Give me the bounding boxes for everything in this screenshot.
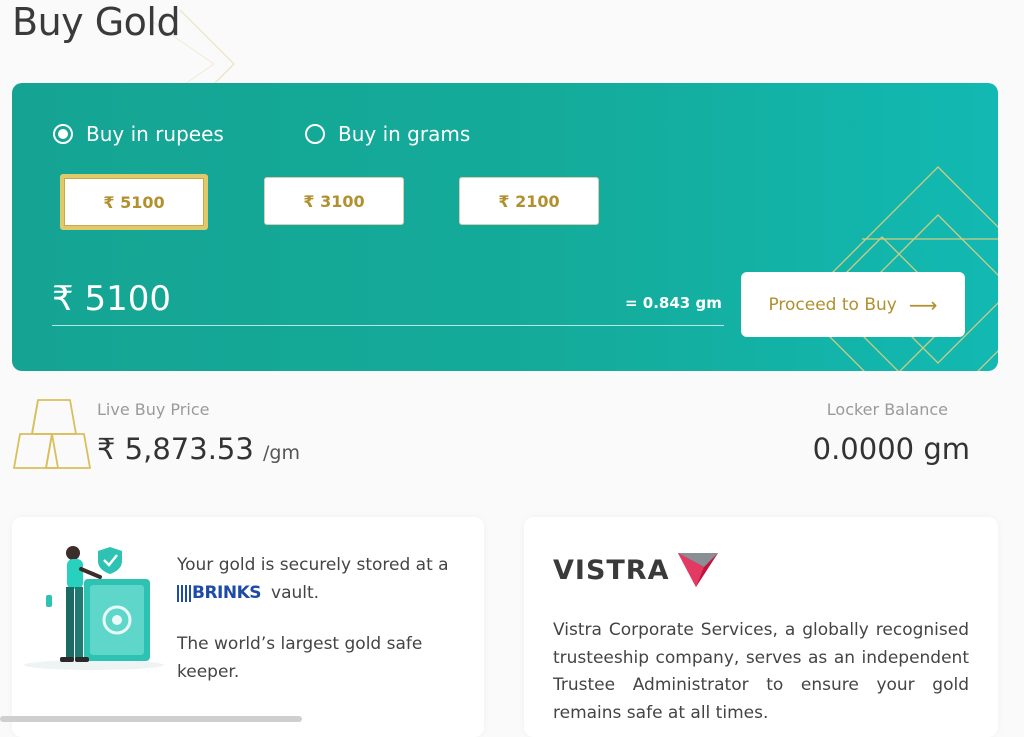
vault-info-card: Your gold is securely stored at a BRINKS… <box>12 517 484 737</box>
buy-in-grams-radio[interactable]: Buy in grams <box>305 119 470 149</box>
buy-in-grams-label: Buy in grams <box>338 122 471 146</box>
live-buy-price-label: Live Buy Price <box>97 400 210 419</box>
amount-chip-2100[interactable]: ₹ 2100 <box>459 177 599 225</box>
arrow-right-icon: ⟶ <box>908 292 938 317</box>
vistra-logo-word: VISTRA <box>553 554 670 586</box>
radio-selected-icon <box>53 124 73 144</box>
gram-equivalent: = 0.843 gm <box>625 294 722 312</box>
locker-balance-value: 0.0000 gm <box>812 432 970 466</box>
locker-balance-label: Locker Balance <box>826 400 948 419</box>
proceed-label: Proceed to Buy <box>768 294 897 315</box>
page-title: Buy Gold <box>12 0 181 44</box>
buy-gold-card: Buy in rupees Buy in grams ₹ 5100 ₹ 3100… <box>12 83 998 371</box>
trustee-description: Vistra Corporate Services, a globally re… <box>553 620 969 723</box>
proceed-to-buy-button[interactable]: Proceed to Buy ⟶ <box>741 272 965 337</box>
vault-storage-text: Your gold is securely stored at a BRINKS… <box>177 551 477 607</box>
live-buy-price-value: ₹ 5,873.53 /gm <box>97 432 300 466</box>
brinks-logo: BRINKS <box>177 583 262 603</box>
amount-chip-3100[interactable]: ₹ 3100 <box>264 177 404 225</box>
vault-line1: Your gold is securely stored at a <box>177 555 449 575</box>
person-with-safe-illustration <box>24 546 164 670</box>
gold-bars-icon <box>13 399 91 469</box>
radio-unselected-icon <box>305 124 325 144</box>
price-amount: ₹ 5,873.53 <box>97 432 254 466</box>
vistra-logo: VISTRA <box>553 551 720 589</box>
vault-description: The world’s largest gold safe keeper. <box>177 634 423 682</box>
brinks-logo-word: BRINKS <box>192 583 262 603</box>
price-unit: /gm <box>263 442 301 464</box>
amount-chip-5100[interactable]: ₹ 5100 <box>60 174 208 230</box>
buy-in-rupees-radio[interactable]: Buy in rupees <box>53 119 224 149</box>
vault-line2-suffix: vault. <box>271 583 320 603</box>
trustee-info-card: VISTRA Vistra Corporate Services, a glob… <box>524 517 998 737</box>
vault-line2: BRINKS vault. <box>177 579 477 607</box>
amount-input[interactable] <box>52 273 724 326</box>
horizontal-scrollbar[interactable] <box>0 716 302 722</box>
buy-in-rupees-label: Buy in rupees <box>86 122 224 146</box>
vistra-arrow-icon <box>677 553 718 587</box>
